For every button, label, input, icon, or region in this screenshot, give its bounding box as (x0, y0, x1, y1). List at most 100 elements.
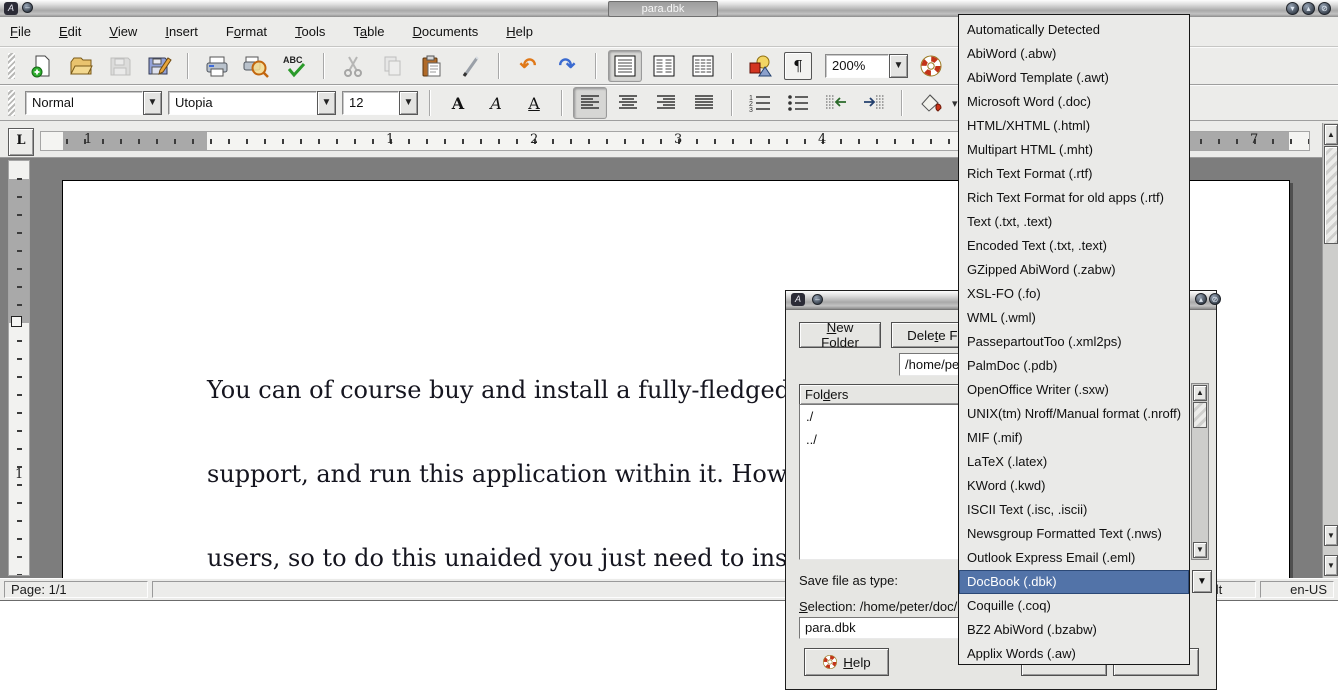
style-dropdown-arrow[interactable]: ▼ (143, 91, 162, 115)
view-normal-button[interactable] (609, 51, 641, 81)
scroll-down-arrow[interactable]: ▼ (1324, 555, 1338, 576)
file-type-option[interactable]: Multipart HTML (.mht) (959, 138, 1189, 162)
top-margin-marker[interactable] (11, 316, 22, 327)
menu-item[interactable]: File (10, 24, 31, 39)
new-document-button[interactable] (26, 51, 58, 81)
file-type-option[interactable]: PassepartoutToo (.xml2ps) (959, 330, 1189, 354)
redo-button[interactable]: ↷ (551, 51, 583, 81)
bulleted-list-button[interactable] (782, 88, 814, 118)
help-button-toolbar[interactable] (915, 51, 947, 81)
maximize-button[interactable]: ▴ (1302, 2, 1315, 15)
font-size-combo[interactable]: 12 ▼ (342, 91, 418, 115)
zoom-dropdown-arrow[interactable]: ▼ (889, 54, 908, 78)
window-menu-button[interactable]: – (812, 294, 823, 305)
font-size-value[interactable]: 12 (342, 91, 399, 115)
style-combo[interactable]: Normal ▼ (25, 91, 162, 115)
scroll-down-arrow[interactable]: ▼ (1193, 542, 1207, 558)
files-list-scrollbar[interactable]: ▲ ▼ (1191, 383, 1209, 560)
file-type-option[interactable]: XSL-FO (.fo) (959, 282, 1189, 306)
tab-stop-selector[interactable]: L (8, 128, 34, 156)
file-type-option[interactable]: Applix Words (.aw) (959, 642, 1189, 666)
file-type-option[interactable]: Text (.txt, .text) (959, 210, 1189, 234)
file-type-option[interactable]: Newsgroup Formatted Text (.nws) (959, 522, 1189, 546)
file-type-option[interactable]: BZ2 AbiWord (.bzabw) (959, 618, 1189, 642)
new-folder-button[interactable]: New Folder (799, 322, 881, 348)
font-size-dropdown-arrow[interactable]: ▼ (399, 91, 418, 115)
vertical-ruler[interactable]: 1 (8, 160, 30, 576)
file-type-option[interactable]: AbiWord Template (.awt) (959, 66, 1189, 90)
vertical-scrollbar[interactable]: ▲ ▼ ▼ (1322, 123, 1338, 578)
menu-item[interactable]: Format (226, 24, 267, 39)
file-type-option[interactable]: DocBook (.dbk) (959, 570, 1189, 594)
increase-indent-button[interactable] (858, 88, 890, 118)
undo-button[interactable]: ↶ (512, 51, 544, 81)
close-button[interactable]: ⊘ (1318, 2, 1331, 15)
scrollbar-thumb[interactable] (1193, 402, 1207, 428)
stylus-button[interactable] (454, 51, 486, 81)
window-menu-button[interactable]: – (22, 2, 33, 13)
file-type-option[interactable]: AbiWord (.abw) (959, 42, 1189, 66)
file-type-dropdown-arrow[interactable]: ▼ (1192, 570, 1212, 593)
folder-item[interactable]: ../ (800, 428, 959, 451)
underline-button[interactable]: A (518, 88, 550, 118)
view-three-columns-button[interactable] (687, 51, 719, 81)
menu-item[interactable]: Edit (59, 24, 81, 39)
style-value[interactable]: Normal (25, 91, 143, 115)
file-type-option[interactable]: GZipped AbiWord (.zabw) (959, 258, 1189, 282)
zoom-value[interactable]: 200% (825, 54, 889, 78)
show-formatting-marks-button[interactable]: ¶ (784, 52, 812, 80)
file-type-option[interactable]: Microsoft Word (.doc) (959, 90, 1189, 114)
menu-item[interactable]: Insert (165, 24, 198, 39)
file-type-option[interactable]: PalmDoc (.pdb) (959, 354, 1189, 378)
file-type-option[interactable]: WML (.wml) (959, 306, 1189, 330)
decrease-indent-button[interactable] (820, 88, 852, 118)
file-type-option[interactable]: LaTeX (.latex) (959, 450, 1189, 474)
highlight-color-dropdown-arrow[interactable]: ▾ (952, 97, 958, 110)
justify-button[interactable] (688, 88, 720, 118)
menu-item[interactable]: Help (506, 24, 533, 39)
close-button[interactable]: ⊘ (1209, 293, 1221, 305)
zoom-combo[interactable]: 200% ▼ (825, 54, 908, 78)
print-button[interactable] (201, 51, 233, 81)
file-type-option[interactable]: Outlook Express Email (.eml) (959, 546, 1189, 570)
menu-item[interactable]: Documents (413, 24, 479, 39)
scroll-up-arrow[interactable]: ▲ (1324, 124, 1338, 145)
folders-list-header[interactable]: Folders (799, 384, 960, 405)
bold-button[interactable]: A (442, 88, 474, 118)
menu-item[interactable]: View (109, 24, 137, 39)
file-type-option[interactable]: HTML/XHTML (.html) (959, 114, 1189, 138)
folders-list[interactable]: ./../ (799, 404, 960, 560)
file-type-option[interactable]: Rich Text Format (.rtf) (959, 162, 1189, 186)
folder-item[interactable]: ./ (800, 405, 959, 428)
file-type-option[interactable]: Coquille (.coq) (959, 594, 1189, 618)
scroll-down-arrow[interactable]: ▼ (1324, 525, 1338, 546)
open-button[interactable] (65, 51, 97, 81)
italic-button[interactable]: A (480, 88, 512, 118)
font-value[interactable]: Utopia (168, 91, 317, 115)
file-type-option[interactable]: UNIX(tm) Nroff/Manual format (.nroff) (959, 402, 1189, 426)
file-type-option[interactable]: KWord (.kwd) (959, 474, 1189, 498)
document-text[interactable]: You can of course buy and install a full… (207, 320, 875, 578)
file-type-option[interactable]: Automatically Detected (959, 18, 1189, 42)
menu-item[interactable]: Tools (295, 24, 325, 39)
font-dropdown-arrow[interactable]: ▼ (317, 91, 336, 115)
view-two-columns-button[interactable] (648, 51, 680, 81)
toolbar-grip[interactable] (8, 53, 15, 79)
help-button[interactable]: Help (804, 648, 889, 676)
scroll-up-arrow[interactable]: ▲ (1193, 385, 1207, 401)
file-type-option[interactable]: ISCII Text (.isc, .iscii) (959, 498, 1189, 522)
align-center-button[interactable] (612, 88, 644, 118)
insert-graphic-button[interactable] (745, 51, 777, 81)
maximize-button[interactable]: ▴ (1195, 293, 1207, 305)
scrollbar-thumb[interactable] (1324, 146, 1338, 244)
spellcheck-button[interactable]: ABC (279, 51, 311, 81)
save-as-button[interactable] (143, 51, 175, 81)
file-type-option[interactable]: OpenOffice Writer (.sxw) (959, 378, 1189, 402)
font-combo[interactable]: Utopia ▼ (168, 91, 336, 115)
align-left-button[interactable] (574, 88, 606, 118)
print-preview-button[interactable] (240, 51, 272, 81)
menu-item[interactable]: Table (353, 24, 384, 39)
shade-button[interactable]: ▾ (1286, 2, 1299, 15)
align-right-button[interactable] (650, 88, 682, 118)
highlight-color-button[interactable] (914, 88, 946, 118)
